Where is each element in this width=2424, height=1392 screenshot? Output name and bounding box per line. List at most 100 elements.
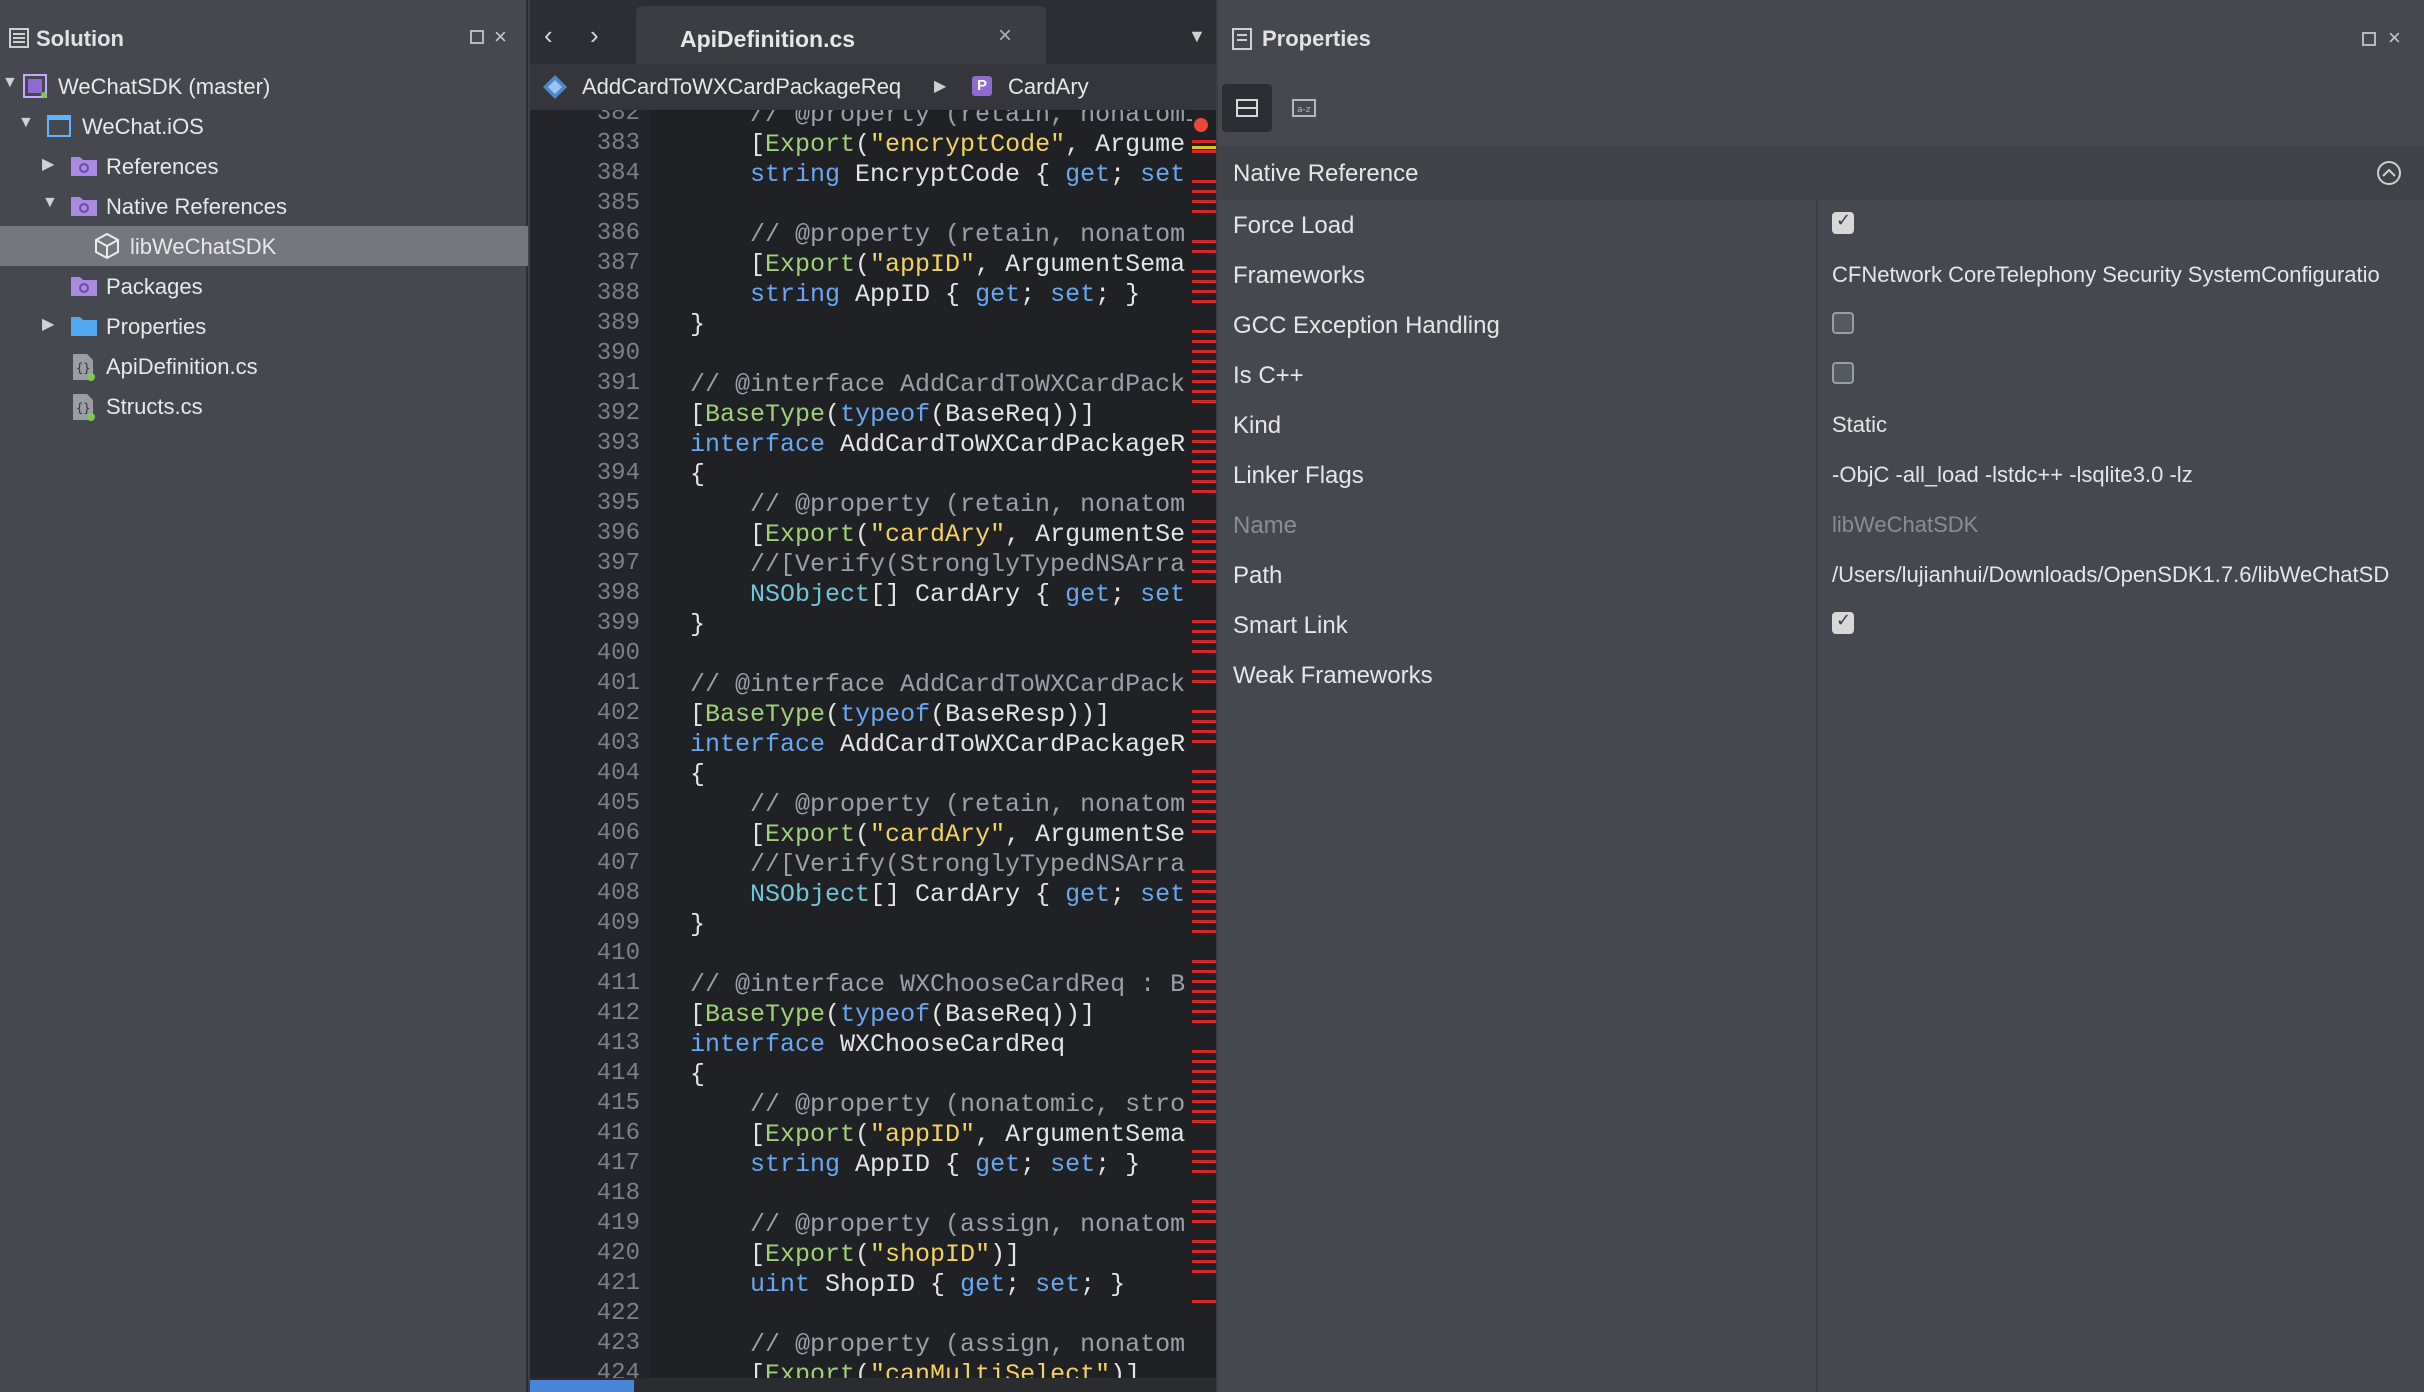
error-marker[interactable]	[1192, 630, 1216, 633]
tab-list-dropdown-icon[interactable]: ▼	[1188, 26, 1206, 47]
tree-item-structs[interactable]: {} Structs.cs	[0, 386, 528, 426]
property-row[interactable]: Frameworks CFNetwork CoreTelephony Securi…	[1218, 250, 2424, 300]
error-marker[interactable]	[1192, 990, 1216, 993]
tree-item-apidefinition[interactable]: {} ApiDefinition.cs	[0, 346, 528, 386]
error-marker[interactable]	[1192, 1090, 1216, 1093]
error-marker[interactable]	[1192, 210, 1216, 213]
error-marker[interactable]	[1192, 1250, 1216, 1253]
error-marker[interactable]	[1192, 1210, 1216, 1213]
property-row[interactable]: Is C++	[1218, 350, 2424, 400]
error-marker[interactable]	[1192, 830, 1216, 833]
error-marker[interactable]	[1192, 900, 1216, 903]
error-marker[interactable]	[1192, 400, 1216, 403]
error-marker[interactable]	[1192, 970, 1216, 973]
error-marker[interactable]	[1192, 1080, 1216, 1083]
error-marker[interactable]	[1192, 430, 1216, 433]
tree-item-references[interactable]: ▶ References	[0, 146, 528, 186]
error-marker[interactable]	[1192, 140, 1216, 143]
tree-item-project[interactable]: ▼ WeChat.iOS	[0, 106, 528, 146]
error-marker[interactable]	[1192, 330, 1216, 333]
error-marker[interactable]	[1192, 480, 1216, 483]
error-marker[interactable]	[1192, 1060, 1216, 1063]
error-marker[interactable]	[1192, 180, 1216, 183]
scrollbar-thumb[interactable]	[530, 1380, 634, 1392]
property-row[interactable]: Weak Frameworks	[1218, 650, 2424, 700]
property-row[interactable]: Kind Static	[1218, 400, 2424, 450]
error-marker[interactable]	[1192, 470, 1216, 473]
code-editor[interactable]: ‹ › ApiDefinition.cs × ▼ AddCardToWXCard…	[530, 0, 1216, 1392]
expanded-arrow-icon[interactable]: ▼	[18, 114, 34, 132]
warning-marker[interactable]	[1192, 146, 1216, 149]
property-row[interactable]: GCC Exception Handling	[1218, 300, 2424, 350]
error-marker[interactable]	[1192, 810, 1216, 813]
tree-item-packages[interactable]: Packages	[0, 266, 528, 306]
property-value[interactable]: Static	[1832, 412, 1887, 438]
breadcrumb-class[interactable]: AddCardToWXCardPackageReq	[582, 74, 901, 100]
error-marker[interactable]	[1192, 1160, 1216, 1163]
error-marker[interactable]	[1192, 1220, 1216, 1223]
forward-nav-icon[interactable]: ›	[590, 20, 599, 51]
back-nav-icon[interactable]: ‹	[544, 20, 553, 51]
breadcrumb-member[interactable]: CardAry	[1008, 74, 1089, 100]
error-marker[interactable]	[1192, 440, 1216, 443]
error-marker[interactable]	[1192, 870, 1216, 873]
error-marker[interactable]	[1192, 680, 1216, 683]
error-marker[interactable]	[1192, 570, 1216, 573]
error-marker[interactable]	[1192, 350, 1216, 353]
error-marker[interactable]	[1192, 1170, 1216, 1173]
error-marker[interactable]	[1192, 1070, 1216, 1073]
tree-item-properties[interactable]: ▶ Properties	[0, 306, 528, 346]
error-marker[interactable]	[1192, 580, 1216, 583]
error-marker[interactable]	[1192, 650, 1216, 653]
property-checkbox[interactable]	[1832, 312, 1854, 334]
error-marker[interactable]	[1192, 1120, 1216, 1123]
error-marker[interactable]	[1192, 1240, 1216, 1243]
error-marker[interactable]	[1192, 910, 1216, 913]
tree-item-libwechatsdk[interactable]: libWeChatSDK	[0, 226, 528, 266]
property-row[interactable]: Linker Flags -ObjC -all_load -lstdc++ -ls…	[1218, 450, 2424, 500]
error-marker[interactable]	[1192, 960, 1216, 963]
error-marker[interactable]	[1192, 1260, 1216, 1263]
error-marker[interactable]	[1192, 1100, 1216, 1103]
collapsed-arrow-icon[interactable]: ▶	[42, 154, 54, 174]
error-marker[interactable]	[1192, 270, 1216, 273]
error-marker[interactable]	[1192, 670, 1216, 673]
error-marker[interactable]	[1192, 710, 1216, 713]
error-marker[interactable]	[1192, 250, 1216, 253]
expanded-arrow-icon[interactable]: ▼	[2, 74, 18, 92]
error-marker[interactable]	[1192, 1150, 1216, 1153]
error-marker[interactable]	[1192, 920, 1216, 923]
property-row[interactable]: Force Load	[1218, 200, 2424, 250]
property-row[interactable]: Path/Users/lujianhui/Downloads/OpenSDK1.…	[1218, 550, 2424, 600]
error-marker[interactable]	[1192, 1050, 1216, 1053]
error-marker[interactable]	[1192, 540, 1216, 543]
property-value[interactable]: /Users/lujianhui/Downloads/OpenSDK1.7.6/…	[1832, 562, 2389, 588]
error-marker[interactable]	[1192, 300, 1216, 303]
error-marker[interactable]	[1192, 380, 1216, 383]
error-marker[interactable]	[1192, 640, 1216, 643]
error-marker[interactable]	[1192, 280, 1216, 283]
error-marker[interactable]	[1192, 450, 1216, 453]
error-marker[interactable]	[1192, 1000, 1216, 1003]
error-marker[interactable]	[1192, 740, 1216, 743]
tab-close-icon[interactable]: ×	[998, 22, 1012, 50]
error-marker[interactable]	[1192, 1010, 1216, 1013]
collapsed-arrow-icon[interactable]: ▶	[42, 314, 54, 334]
error-marker[interactable]	[1192, 770, 1216, 773]
error-marker[interactable]	[1192, 790, 1216, 793]
error-marker[interactable]	[1192, 240, 1216, 243]
error-marker[interactable]	[1192, 190, 1216, 193]
error-marker[interactable]	[1192, 490, 1216, 493]
error-marker[interactable]	[1192, 370, 1216, 373]
error-marker[interactable]	[1192, 730, 1216, 733]
error-marker[interactable]	[1192, 780, 1216, 783]
code-area[interactable]: // @property (retain, nonatomic [Export(…	[530, 110, 1192, 1378]
error-marker[interactable]	[1192, 890, 1216, 893]
maximize-icon[interactable]	[470, 30, 484, 44]
error-marker[interactable]	[1192, 620, 1216, 623]
error-marker[interactable]	[1192, 800, 1216, 803]
error-marker[interactable]	[1192, 1300, 1216, 1303]
property-value[interactable]: -ObjC -all_load -lstdc++ -lsqlite3.0 -lz	[1832, 462, 2193, 488]
horizontal-scrollbar[interactable]	[530, 1378, 1216, 1392]
close-icon[interactable]: ×	[494, 24, 507, 50]
